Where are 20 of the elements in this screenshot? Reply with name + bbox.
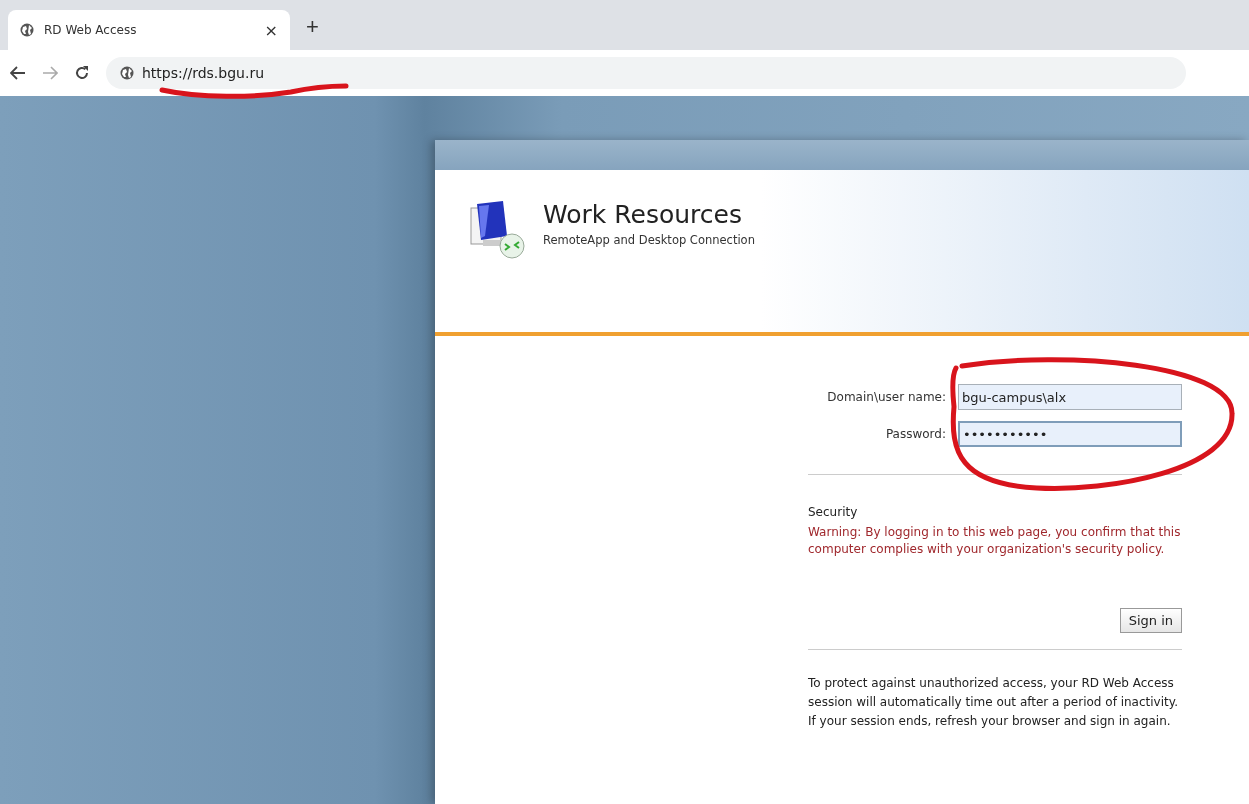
back-arrow-icon[interactable]	[10, 66, 26, 80]
globe-icon	[20, 23, 34, 37]
address-bar[interactable]: https://rds.bgu.ru	[106, 57, 1186, 89]
sign-in-button[interactable]: Sign in	[1119, 608, 1182, 633]
page-subtitle: RemoteApp and Desktop Connection	[543, 233, 755, 247]
tab-title: RD Web Access	[44, 23, 138, 37]
username-field[interactable]: bgu-campus\alx	[958, 384, 1182, 410]
section-heading: Security	[808, 505, 859, 519]
page-title: Work Resources	[543, 200, 743, 229]
field-label: Password:	[885, 427, 946, 441]
timeout-notice: To protect against unauthorized access, your RD Web Access session will automatically time out after a period of inactivity. If your session ends, refresh your browser and sign in again.	[808, 675, 1179, 730]
password-field[interactable]: •••••••••••	[958, 421, 1182, 447]
url-text: https://rds.bgu.ru	[142, 65, 265, 81]
field-label: Domain\user name:	[827, 390, 946, 404]
close-tab-button[interactable]: ×	[264, 20, 278, 40]
reload-icon[interactable]	[74, 65, 90, 81]
globe-icon	[120, 66, 134, 80]
browser-tab[interactable]: RD Web Access ×	[8, 10, 290, 50]
warning-text: Warning: By logging in to this web page, you confirm that this computer complies with your organization's security policy.	[808, 524, 1182, 558]
new-tab-button[interactable]: +	[302, 12, 323, 42]
